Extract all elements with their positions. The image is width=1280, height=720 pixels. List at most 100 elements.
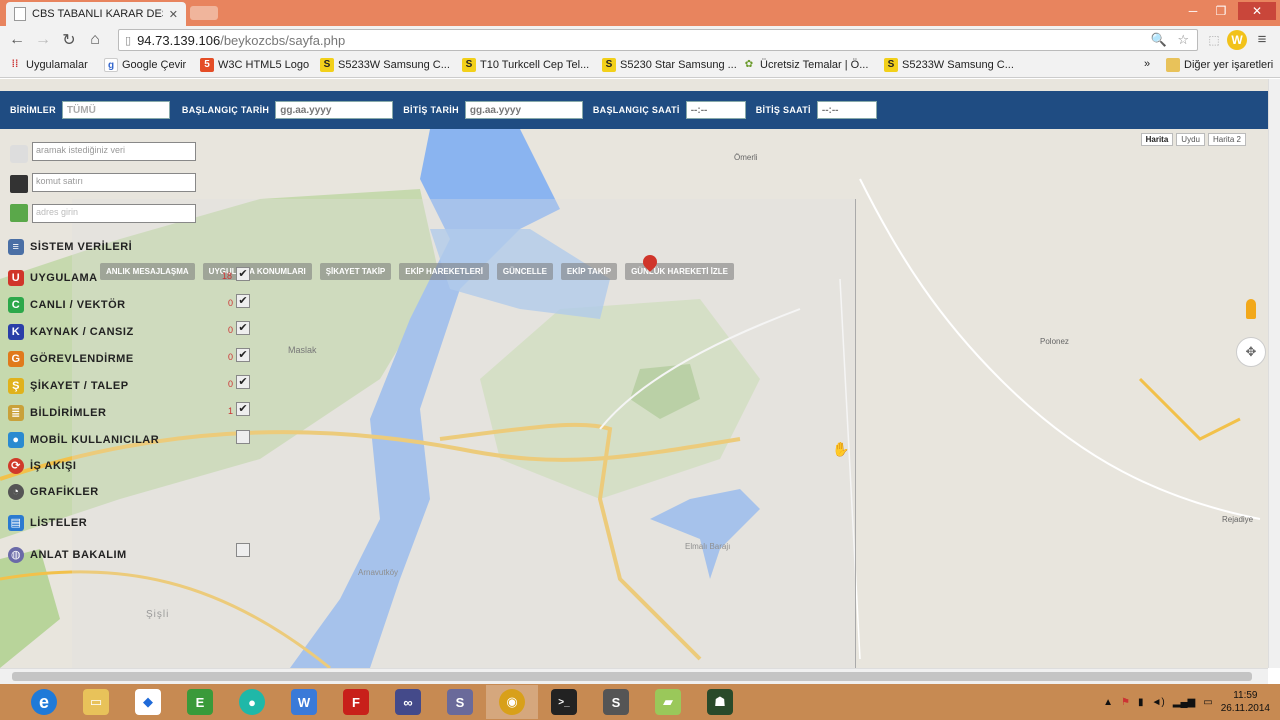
other-bookmarks[interactable]: Diğer yer işaretleri [1166,58,1273,72]
bookmark-item[interactable]: ⁞⁞ Uygulamalar [8,58,88,72]
count-badge: 0 [228,379,234,389]
menu-live-vector[interactable]: C CANLI / VEKTÖR [8,297,126,313]
menu-system-data[interactable]: ≡ SİSTEM VERİLERİ [8,239,132,255]
taskbar-app[interactable]: ☗ [694,685,746,719]
bookmark-item[interactable]: g Google Çevir [104,58,186,72]
volume-icon[interactable]: ◄) [1152,697,1165,708]
menu-mobile-users[interactable]: ● MOBİL KULLANICILAR [8,432,159,448]
scrollbar-thumb[interactable] [12,672,1252,681]
s-icon: Ş [8,378,24,394]
menu-lists[interactable]: ▤ LİSTELER [8,515,87,531]
bookmark-item[interactable]: 5 W3C HTML5 Logo [200,58,309,72]
taskbar-app[interactable]: ◆ [122,685,174,719]
end-time-label: BİTİŞ SAATİ [755,105,811,115]
vertical-scrollbar[interactable] [1268,79,1280,668]
menu-application[interactable]: U UYGULAMA [8,270,98,286]
network-icon[interactable]: ▂▄▆ [1173,697,1195,708]
layer-checkbox[interactable] [236,430,250,444]
extension-icon[interactable]: ⬚ [1204,30,1224,50]
start-time-input[interactable]: --:-- [685,101,746,119]
keyboard-icon[interactable]: ▭ [1203,697,1212,708]
new-tab-button[interactable] [190,6,218,20]
daily-movement-button[interactable]: GÜNLÜK HAREKETİ İZLE [625,263,734,280]
maximize-icon[interactable]: ❐ [1208,2,1234,20]
taskbar-app[interactable]: S [590,685,642,719]
address-bar[interactable]: ▯ 94.73.139.106/beykozcbs/sayfa.php 🔍 ☆ [118,29,1198,51]
map-type-button[interactable]: Harita [1140,133,1174,146]
taskbar-app-active[interactable]: ◉ [486,685,538,719]
clock[interactable]: 11:59 26.11.2014 [1221,689,1270,715]
back-arrow-icon[interactable]: ← [4,31,30,49]
browser-tab-active[interactable]: CBS TABANLI KARAR DES ✕ [6,2,186,26]
street-view-pegman-icon[interactable] [1246,299,1256,319]
terminal-icon: >_ [551,689,577,715]
bookmark-item[interactable]: S S5230 Star Samsung ... [602,58,737,72]
horizontal-scrollbar[interactable] [0,668,1268,684]
map-type-button[interactable]: Harita 2 [1207,133,1246,146]
tray-expand-icon[interactable]: ▲ [1103,697,1113,708]
instant-messaging-button[interactable]: ANLIK MESAJLAŞMA [100,263,195,280]
taskbar-app[interactable]: ▭ [70,685,122,719]
close-window-icon[interactable]: ✕ [1238,2,1276,20]
bookmark-item[interactable]: S S5233W Samsung C... [320,58,450,72]
taskbar-app[interactable]: W [278,685,330,719]
menu-tell-us[interactable]: ◍ ANLAT BAKALIM [8,547,127,563]
close-tab-icon[interactable]: ✕ [169,8,178,21]
start-date-input[interactable]: gg.aa.yyyy [275,101,394,119]
taskbar-app[interactable]: E [174,685,226,719]
user-w-icon[interactable]: W [1227,30,1247,50]
reload-icon[interactable]: ↻ [56,30,82,50]
filezilla-icon: F [343,689,369,715]
bookmark-item[interactable]: S S5233W Samsung C... [884,58,1014,72]
power-icon[interactable]: ▮ [1138,697,1144,708]
page-info-icon[interactable]: ▯ [125,34,131,47]
bookmark-star-icon[interactable]: ☆ [1177,32,1189,48]
menu-notifications[interactable]: ≣ BİLDİRİMLER [8,405,106,421]
end-date-input[interactable]: gg.aa.yyyy [464,101,583,119]
map-type-control: Harita Uydu Harita 2 [1140,133,1246,146]
taskbar-app[interactable]: S [434,685,486,719]
forward-arrow-icon[interactable]: → [30,31,56,49]
bookmark-item[interactable]: S T10 Turkcell Cep Tel... [462,58,589,72]
menu-charts[interactable]: ◔ GRAFİKLER [8,484,99,500]
map-type-button[interactable]: Uydu [1176,133,1205,146]
menu-resource[interactable]: K KAYNAK / CANSIZ [8,324,134,340]
menu-workflow[interactable]: ⟳ İŞ AKIŞI [8,458,76,474]
pan-control-icon[interactable]: ✥ [1236,337,1266,367]
menu-complaint[interactable]: Ş ŞİKAYET / TALEP [8,378,129,394]
end-time-input[interactable]: --:-- [816,101,877,119]
count-badge: 0 [228,352,234,362]
layer-checkbox[interactable]: ✔ [236,267,250,281]
update-button[interactable]: GÜNCELLE [496,263,553,280]
taskbar-app[interactable]: e [18,685,70,719]
layer-checkbox[interactable]: ✔ [236,294,250,308]
taskbar-app[interactable]: ▰ [642,685,694,719]
taskbar-app[interactable]: >_ [538,685,590,719]
taskbar-app[interactable]: ∞ [382,685,434,719]
bookmarks-overflow[interactable]: » [1144,58,1150,70]
taskbar-app[interactable]: ● [226,685,278,719]
app-locations-button[interactable]: UYGULAMA KONUMLARI [202,263,312,280]
command-input[interactable]: komut satırı [32,173,196,192]
taskbar-app[interactable]: F [330,685,382,719]
units-select[interactable]: TÜMÜ [61,101,170,119]
map-label: Rejadiye [1222,515,1254,524]
home-icon[interactable]: ⌂ [82,31,108,49]
team-movements-button[interactable]: EKİP HAREKETLERİ [399,263,489,280]
flag-icon[interactable]: ⚑ [1121,697,1130,708]
team-tracking-button[interactable]: EKİP TAKİP [560,263,618,280]
layer-checkbox[interactable]: ✔ [236,321,250,335]
search-input[interactable]: aramak istediğiniz veri [32,142,196,161]
bookmark-item[interactable]: ✿ Ücretsiz Temalar | Ö... [742,58,869,72]
layer-checkbox[interactable]: ✔ [236,402,250,416]
menu-icon[interactable]: ≡ [1252,30,1272,50]
address-input[interactable]: adres girin [32,204,196,223]
sublime-text-icon: S [447,689,473,715]
minimize-icon[interactable]: ─ [1180,2,1206,20]
layer-checkbox[interactable]: ✔ [236,375,250,389]
complaint-tracking-button[interactable]: ŞİKAYET TAKİP [319,263,392,280]
layer-checkbox[interactable] [236,543,250,557]
menu-assignment[interactable]: G GÖREVLENDİRME [8,351,134,367]
layer-checkbox[interactable]: ✔ [236,348,250,362]
zoom-icon[interactable]: 🔍 [1151,32,1167,48]
